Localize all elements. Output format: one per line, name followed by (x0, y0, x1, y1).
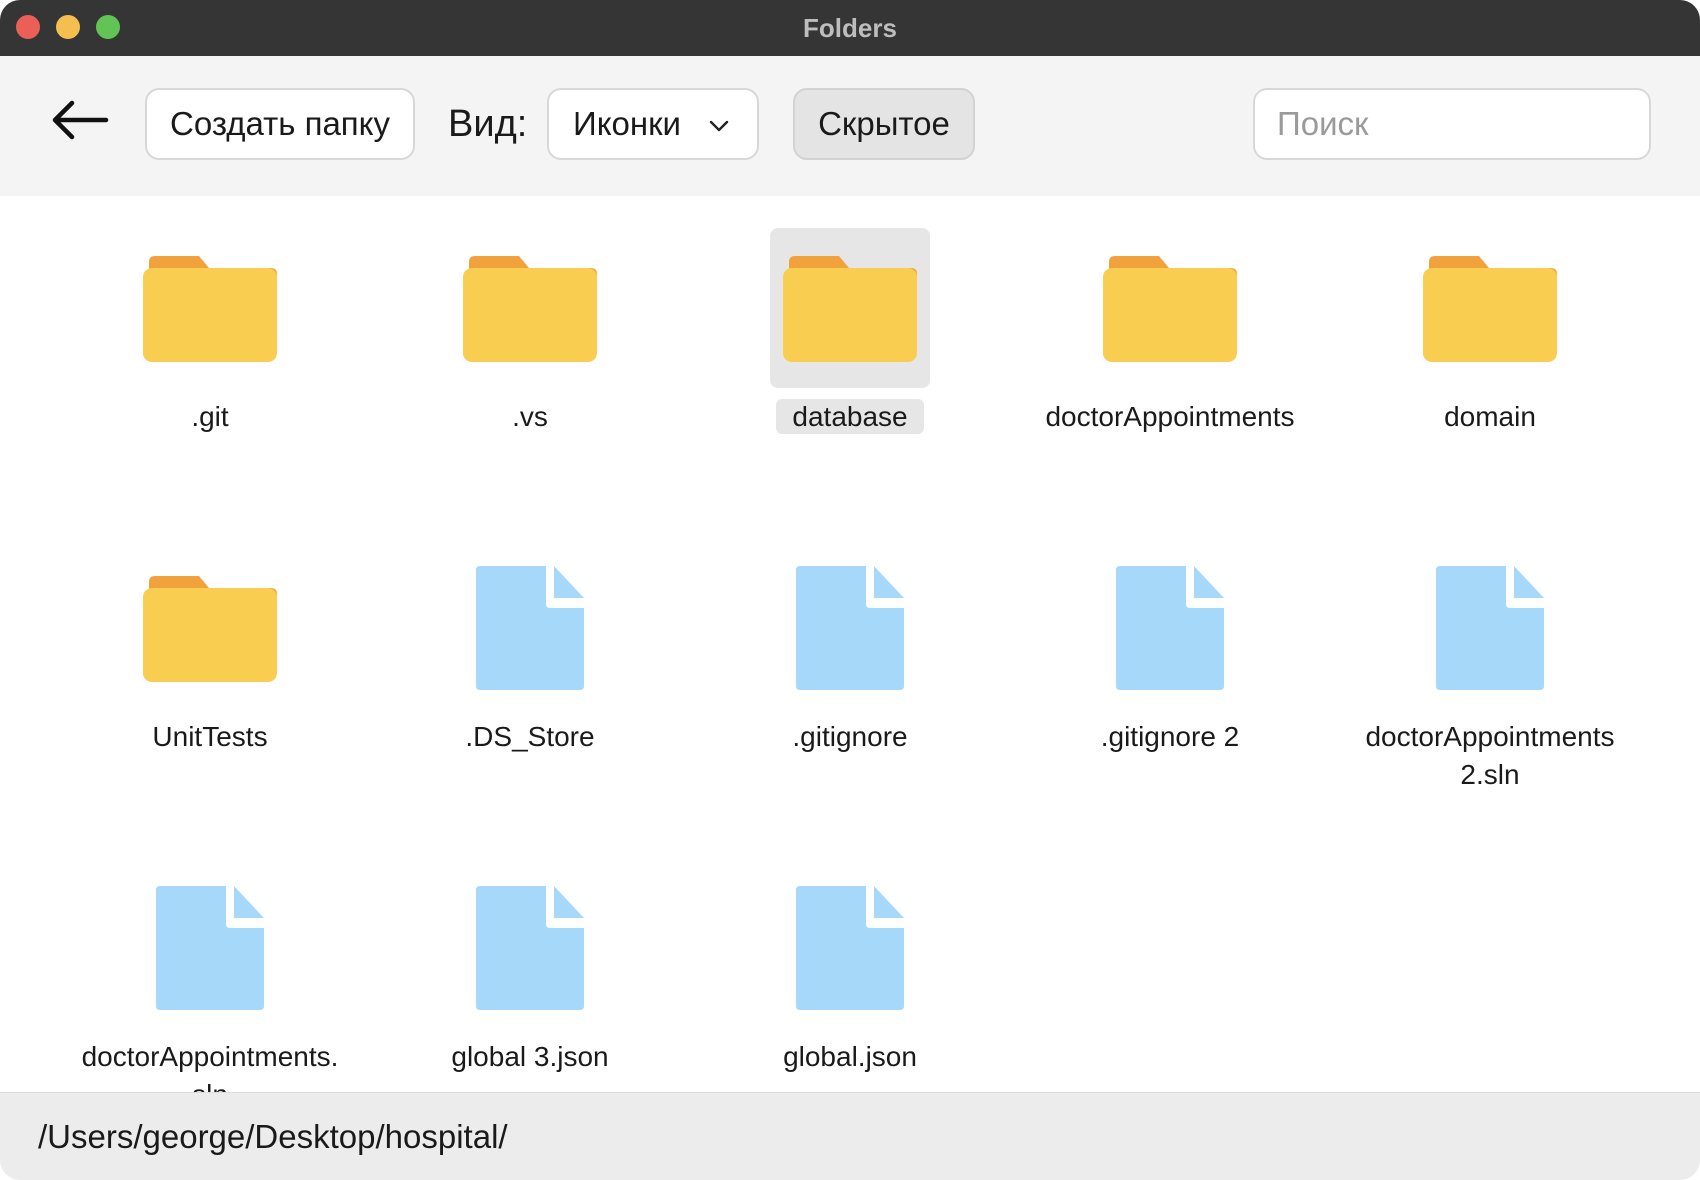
file-icon (1090, 548, 1250, 708)
view-mode-value: Иконки (573, 105, 681, 142)
folder-icon (143, 256, 277, 362)
view-label: Вид: (448, 103, 528, 145)
folder-icon (143, 576, 277, 682)
file-icon (770, 868, 930, 1028)
file-browser-window: Folders Создать папку Вид: Иконки Скрыто… (0, 0, 1700, 1180)
item-label: global 3.json (400, 1038, 660, 1076)
chevron-down-icon (709, 120, 729, 132)
folder-item[interactable]: database (700, 196, 1000, 506)
file-item[interactable]: .DS_Store (380, 516, 680, 826)
file-icon (476, 566, 584, 690)
item-name: global 3.json (451, 1041, 609, 1072)
item-name: .gitignore (792, 721, 908, 752)
file-item[interactable]: doctorAppointments 2.sln (1340, 516, 1640, 826)
create-folder-button[interactable]: Создать папку (145, 88, 415, 160)
file-item[interactable]: global 3.json (380, 836, 680, 1092)
folder-item[interactable]: UnitTests (60, 516, 360, 826)
folder-icon (1410, 228, 1570, 388)
item-name: .git (191, 401, 229, 432)
item-name: .vs (512, 401, 548, 432)
folder-item[interactable]: doctorAppointments (1020, 196, 1320, 506)
folder-item[interactable]: domain (1340, 196, 1640, 506)
file-item[interactable]: .gitignore (700, 516, 1000, 826)
hidden-toggle-button[interactable]: Скрытое (793, 88, 975, 160)
file-icon (450, 548, 610, 708)
file-item[interactable]: global.json (700, 836, 1000, 1092)
item-label: doctorAppointments.sln (80, 1038, 340, 1092)
search-input[interactable] (1253, 88, 1651, 160)
item-label: .vs (400, 398, 660, 436)
back-button[interactable] (44, 92, 116, 148)
folder-icon (1090, 228, 1250, 388)
item-label: .DS_Store (400, 718, 660, 756)
item-name: UnitTests (152, 721, 268, 752)
folder-icon (770, 228, 930, 388)
item-label: doctorAppointments (1040, 398, 1300, 436)
item-label: .git (80, 398, 340, 436)
file-icon (1436, 566, 1544, 690)
current-path: /Users/george/Desktop/hospital/ (38, 1118, 508, 1155)
item-name: .gitignore 2 (1100, 721, 1240, 752)
item-name: .DS_Store (465, 721, 595, 752)
folder-item[interactable]: .vs (380, 196, 680, 506)
file-icon (1116, 566, 1224, 690)
item-label: domain (1360, 398, 1620, 436)
file-item[interactable]: .gitignore 2 (1020, 516, 1320, 826)
file-icon (796, 566, 904, 690)
item-label: UnitTests (80, 718, 340, 756)
item-label: .gitignore 2 (1040, 718, 1300, 756)
status-bar: /Users/george/Desktop/hospital/ (0, 1092, 1700, 1180)
folder-icon (463, 256, 597, 362)
file-icon (796, 886, 904, 1010)
folder-icon (450, 228, 610, 388)
file-icon (450, 868, 610, 1028)
toolbar: Создать папку Вид: Иконки Скрытое (0, 56, 1700, 196)
item-label: .gitignore (720, 718, 980, 756)
item-name: database (776, 399, 924, 434)
view-mode-select[interactable]: Иконки (547, 88, 759, 160)
window-title: Folders (803, 13, 897, 43)
item-name: global.json (783, 1041, 917, 1072)
folder-icon (130, 228, 290, 388)
folder-icon (1423, 256, 1557, 362)
file-item[interactable]: doctorAppointments.sln (60, 836, 360, 1092)
item-name: domain (1444, 401, 1536, 432)
folder-item[interactable]: .git (60, 196, 360, 506)
folder-icon (1103, 256, 1237, 362)
item-name: doctorAppointments 2.sln (1365, 721, 1615, 790)
item-label: doctorAppointments 2.sln (1360, 718, 1620, 794)
file-icon (130, 868, 290, 1028)
file-icon (156, 886, 264, 1010)
item-label: global.json (720, 1038, 980, 1076)
title-bar: Folders (0, 0, 1700, 57)
item-label: database (720, 398, 980, 436)
arrow-left-icon (52, 100, 109, 140)
item-name: doctorAppointments (1045, 401, 1295, 432)
file-icon (1410, 548, 1570, 708)
file-icon (770, 548, 930, 708)
file-icon (476, 886, 584, 1010)
item-name: doctorAppointments.sln (81, 1041, 339, 1092)
file-grid: .git .vs database doctorAppointments domain U… (0, 196, 1700, 1092)
folder-icon (783, 256, 917, 362)
folder-icon (130, 548, 290, 708)
